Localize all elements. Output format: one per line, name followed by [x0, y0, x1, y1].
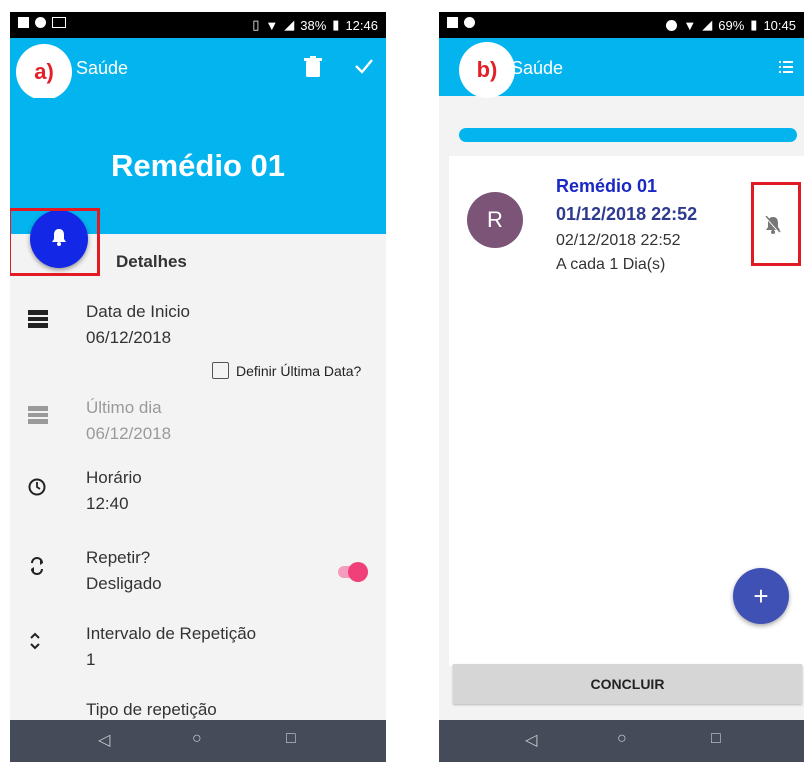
clock: 12:46: [345, 17, 378, 33]
list-icon[interactable]: [779, 60, 793, 78]
status-bar: ▯ ▼ ◢ 38% ▮ 12:46: [10, 12, 386, 38]
highlight-box-bell-off: [751, 182, 801, 266]
recents-button[interactable]: □: [286, 730, 296, 748]
home-button[interactable]: ○: [617, 730, 627, 748]
item-date-bold: 01/12/2018 22:52: [556, 204, 698, 224]
section-title: Detalhes: [116, 252, 187, 271]
add-button[interactable]: +: [733, 568, 789, 624]
repeat-toggle[interactable]: [334, 562, 374, 582]
calendar-icon: [28, 406, 50, 428]
repeat-value: Desligado: [86, 574, 162, 593]
last-date-checkbox[interactable]: Definir Última Data?: [212, 362, 361, 379]
signal-icon: ◢: [702, 17, 713, 32]
home-button[interactable]: ○: [192, 730, 202, 748]
item-repeat: A cada 1 Dia(s): [556, 256, 666, 273]
unfold-icon: [28, 632, 50, 654]
time-label: Horário: [86, 468, 142, 487]
checkbox-label: Definir Última Data?: [236, 362, 362, 379]
calendar-icon: [28, 310, 50, 332]
repeat-type-label: Tipo de repetição: [86, 700, 217, 719]
highlight-box-bell: [10, 208, 100, 276]
app-title: Saúde: [76, 58, 129, 78]
status-bar: ▼ ◢ 69% ▮ 10:45: [439, 12, 804, 38]
last-day-label: Último dia: [86, 398, 162, 417]
screen-b: ▼ ◢ 69% ▮ 10:45 Saúde b) R Remédio 01 01…: [439, 12, 804, 762]
conclude-button[interactable]: CONCLUIR: [453, 664, 802, 704]
item-date: 02/12/2018 22:52: [556, 232, 681, 249]
delete-icon[interactable]: [304, 56, 322, 83]
clock: 10:45: [763, 17, 796, 33]
repeat-icon: [28, 556, 50, 578]
nav-bar: ◁ ○ □: [10, 720, 386, 762]
gallery-icon: [447, 17, 458, 28]
panel-label: b): [459, 42, 515, 98]
start-date-value: 06/12/2018: [86, 328, 172, 347]
item-title: Remédio 01: [556, 176, 658, 196]
battery-icon: ▮: [332, 17, 340, 32]
checkbox-icon: [212, 362, 229, 379]
gallery-icon: [18, 17, 29, 28]
avatar: R: [467, 192, 523, 248]
notification-icon: [464, 17, 475, 28]
screen-icon: [52, 17, 66, 28]
interval-label: Intervalo de Repetição: [86, 624, 257, 643]
recents-button[interactable]: □: [711, 730, 721, 748]
last-day-value: 06/12/2018: [86, 424, 172, 443]
nav-bar: ◁ ○ □: [439, 720, 804, 762]
app-title: Saúde: [511, 58, 564, 78]
dnd-icon: [666, 19, 678, 31]
check-icon[interactable]: [354, 56, 374, 81]
wifi-icon: ▼: [683, 17, 697, 33]
clock-icon: [28, 478, 50, 500]
start-date-label: Data de Inicio: [86, 302, 190, 321]
back-button[interactable]: ◁: [98, 730, 110, 750]
battery-level: 69%: [718, 17, 745, 33]
vibrate-icon: ▯: [252, 17, 260, 32]
progress-bar: [459, 128, 797, 142]
battery-icon: ▮: [750, 17, 758, 32]
time-value: 12:40: [86, 494, 129, 513]
interval-value: 1: [86, 650, 96, 669]
panel-label: a): [16, 44, 72, 100]
signal-icon: ◢: [284, 17, 295, 32]
repeat-label: Repetir?: [86, 548, 151, 567]
screen-a: ▯ ▼ ◢ 38% ▮ 12:46 Saúde a) Remédio 01 De…: [10, 12, 386, 762]
notification-icon: [35, 17, 46, 28]
back-button[interactable]: ◁: [525, 730, 537, 750]
battery-level: 38%: [300, 17, 327, 33]
wifi-icon: ▼: [265, 17, 279, 33]
